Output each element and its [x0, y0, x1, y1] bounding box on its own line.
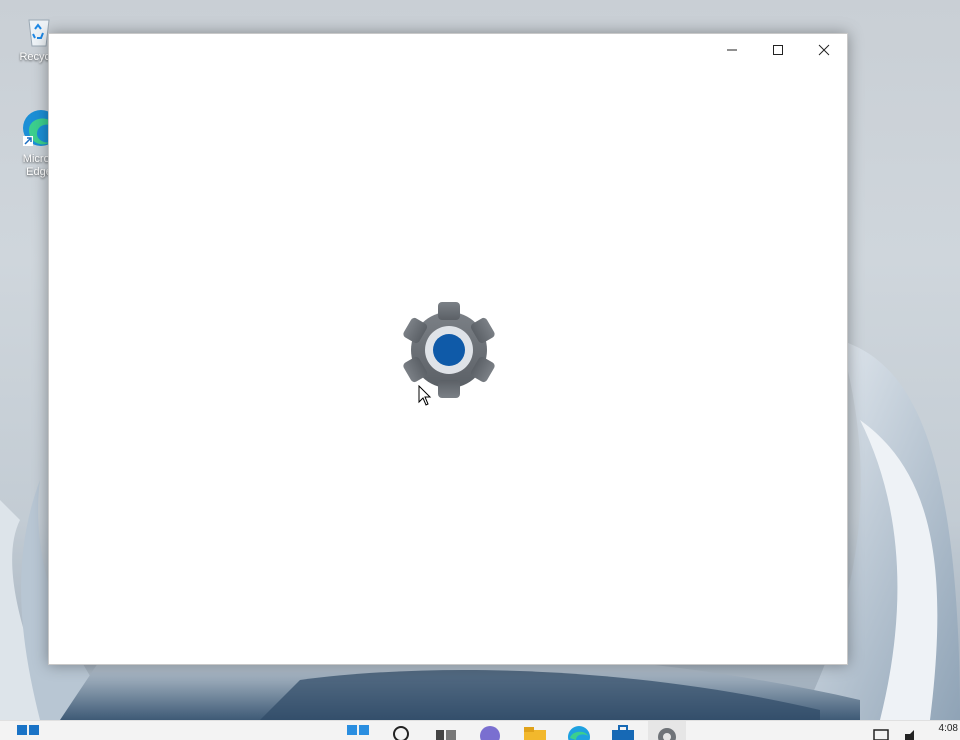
store-icon[interactable] — [610, 724, 636, 740]
maximize-button[interactable] — [755, 34, 801, 66]
tray-clock[interactable]: 4:08 — [939, 723, 958, 734]
settings-icon — [658, 728, 676, 740]
chat-icon[interactable] — [478, 724, 504, 740]
search-icon[interactable] — [390, 724, 416, 740]
windows-start-icon[interactable] — [346, 724, 372, 740]
edge-taskbar-icon[interactable] — [566, 724, 592, 740]
close-button[interactable] — [801, 34, 847, 66]
maximize-icon — [773, 45, 783, 55]
settings-taskbar-button[interactable] — [648, 721, 686, 740]
minimize-button[interactable] — [709, 34, 755, 66]
taskbar: 4:08 — [0, 720, 960, 740]
settings-gear-icon — [403, 302, 495, 398]
volume-icon[interactable] — [902, 724, 928, 740]
close-icon — [818, 44, 830, 56]
file-explorer-icon[interactable] — [522, 724, 548, 740]
window-titlebar-controls — [709, 34, 847, 66]
mouse-cursor-icon — [418, 385, 432, 406]
settings-window — [48, 33, 848, 665]
start-icon[interactable] — [16, 724, 42, 740]
network-icon[interactable] — [872, 724, 898, 740]
task-view-icon[interactable] — [434, 724, 460, 740]
minimize-icon — [727, 49, 737, 51]
